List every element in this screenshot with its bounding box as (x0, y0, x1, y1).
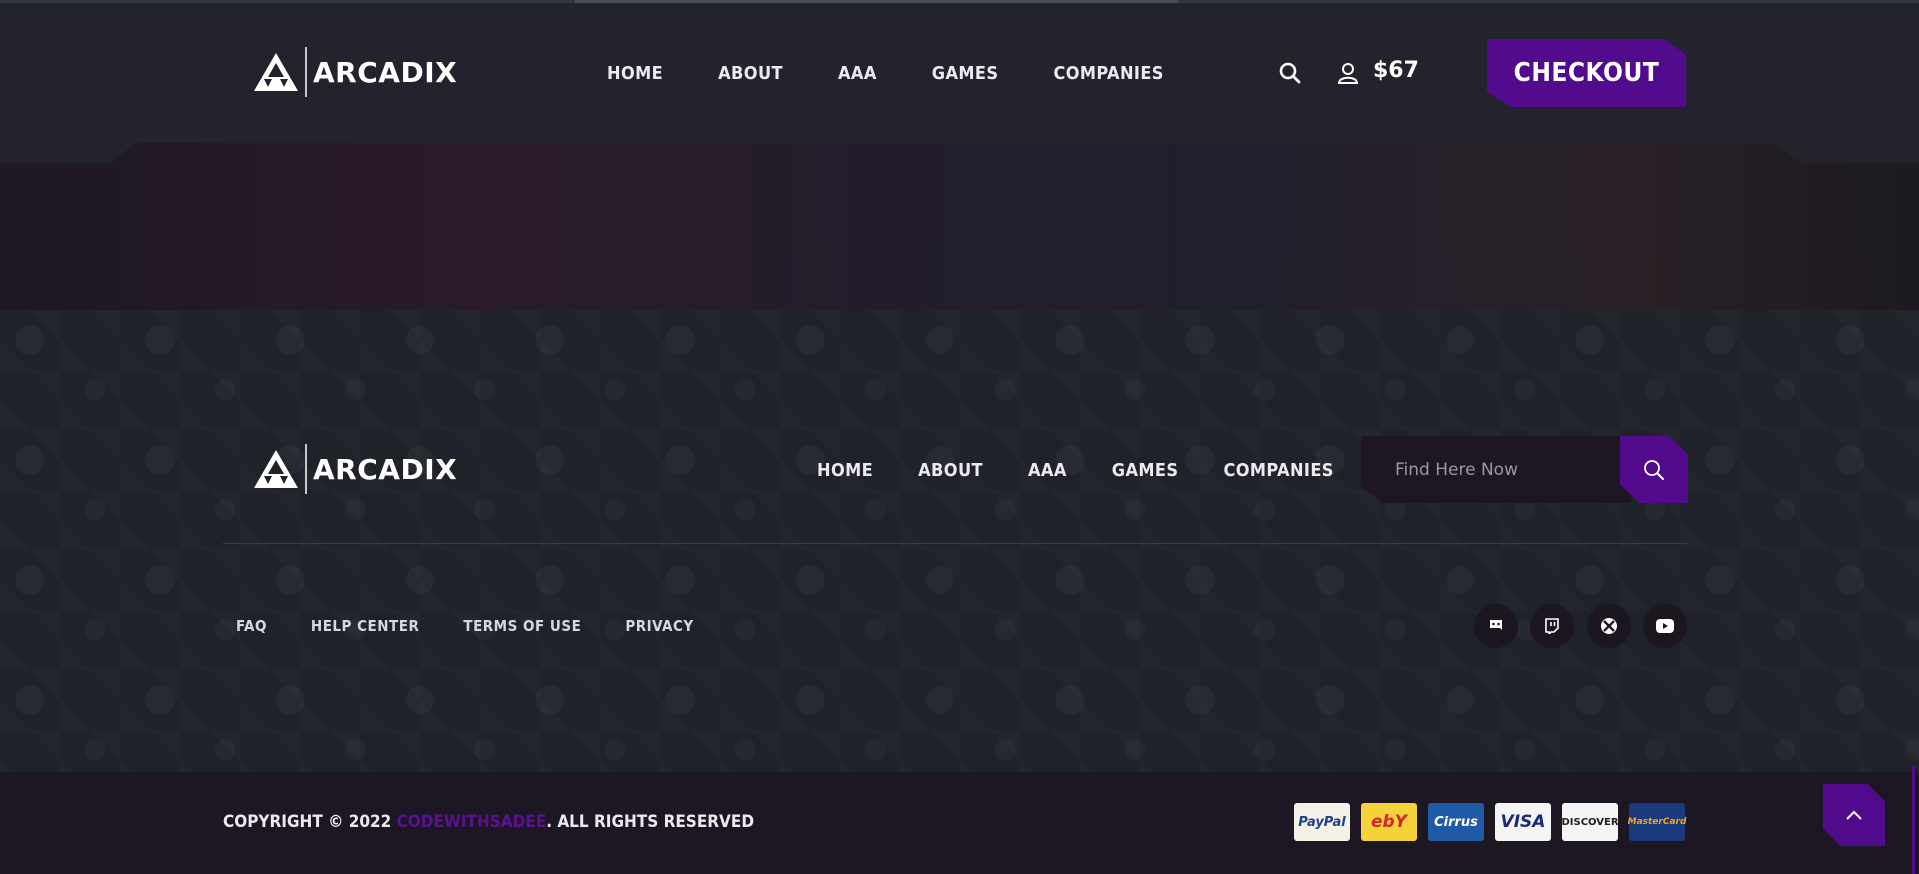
social-twitch[interactable] (1530, 604, 1574, 648)
copyright-text: COPYRIGHT © 2022 CODEWITHSADEE. ALL RIGH… (223, 812, 754, 832)
copyright-suffix: . ALL RIGHTS RESERVED (546, 812, 755, 832)
scroll-edge-accent (1912, 766, 1915, 874)
twitch-icon (1545, 618, 1559, 634)
hero-banner (0, 143, 1919, 310)
xbox-icon (1601, 618, 1617, 634)
logo-divider (305, 47, 307, 97)
copyright-prefix: COPYRIGHT © 2022 (223, 812, 397, 832)
search-icon (1644, 459, 1664, 480)
nav-about[interactable]: ABOUT (718, 63, 783, 84)
social-discord[interactable] (1474, 604, 1518, 648)
nav-companies[interactable]: COMPANIES (1053, 63, 1163, 84)
nav-aaa[interactable]: AAA (838, 63, 877, 84)
logo-mark-icon (254, 53, 298, 91)
link-help-center[interactable]: HELP CENTER (311, 617, 419, 635)
footer-nav: HOME ABOUT AAA GAMES COMPANIES (817, 460, 1334, 481)
link-terms-of-use[interactable]: TERMS OF USE (463, 617, 581, 635)
checkout-button[interactable]: CHECKOUT (1487, 39, 1686, 107)
social-youtube[interactable] (1643, 604, 1687, 648)
header-nav: HOME ABOUT AAA GAMES COMPANIES (607, 63, 1164, 84)
nav-home[interactable]: HOME (607, 63, 663, 84)
footer-nav-aaa[interactable]: AAA (1028, 460, 1067, 481)
logo-divider (305, 444, 307, 494)
footer-nav-about[interactable]: ABOUT (918, 460, 983, 481)
link-faq[interactable]: FAQ (236, 617, 267, 635)
footer-divider (223, 543, 1687, 544)
chevron-up-icon (1846, 810, 1862, 820)
logo-wordmark: ARCADIX (313, 452, 458, 486)
footer-nav-companies[interactable]: COMPANIES (1223, 460, 1333, 481)
payment-cirrus: Cirrus (1428, 803, 1484, 841)
footer-search-input[interactable] (1393, 456, 1617, 484)
footer-logo[interactable]: ARCADIX (253, 444, 457, 494)
payment-mastercard: MasterCard (1628, 803, 1686, 841)
user-icon[interactable] (1337, 62, 1359, 84)
footer-search-button[interactable] (1620, 436, 1688, 503)
payment-paypal: PayPal (1294, 803, 1350, 841)
nav-games[interactable]: GAMES (932, 63, 999, 84)
back-to-top-button[interactable] (1823, 784, 1885, 846)
footer-nav-home[interactable]: HOME (817, 460, 873, 481)
logo-mark-icon (254, 450, 298, 488)
discord-icon (1490, 620, 1502, 630)
site-footer (0, 310, 1919, 772)
footer-nav-games[interactable]: GAMES (1112, 460, 1179, 481)
link-privacy[interactable]: PRIVACY (625, 617, 693, 635)
search-field-wrap (1361, 436, 1631, 503)
cart-total[interactable]: $67 (1373, 58, 1419, 83)
footer-links: FAQ HELP CENTER TERMS OF USE PRIVACY (236, 617, 738, 635)
search-icon[interactable] (1279, 62, 1301, 84)
copyright-brand-link[interactable]: CODEWITHSADEE (397, 812, 547, 832)
header-logo[interactable]: ARCADIX (253, 47, 457, 97)
payment-ebay: ebY (1361, 803, 1417, 841)
youtube-icon (1656, 619, 1674, 633)
social-xbox[interactable] (1587, 604, 1631, 648)
logo-wordmark: ARCADIX (313, 55, 458, 89)
payment-visa: VISA (1495, 803, 1551, 841)
footer-search (1361, 436, 1688, 503)
payment-discover: DISCOVER (1561, 803, 1619, 841)
